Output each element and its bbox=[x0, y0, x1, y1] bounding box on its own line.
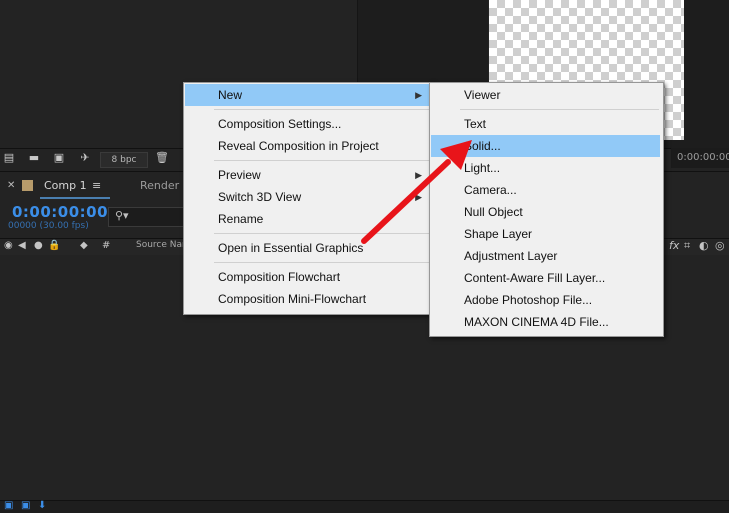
annotation-arrow bbox=[361, 140, 472, 244]
annotation-arrow-shaft bbox=[361, 159, 451, 244]
